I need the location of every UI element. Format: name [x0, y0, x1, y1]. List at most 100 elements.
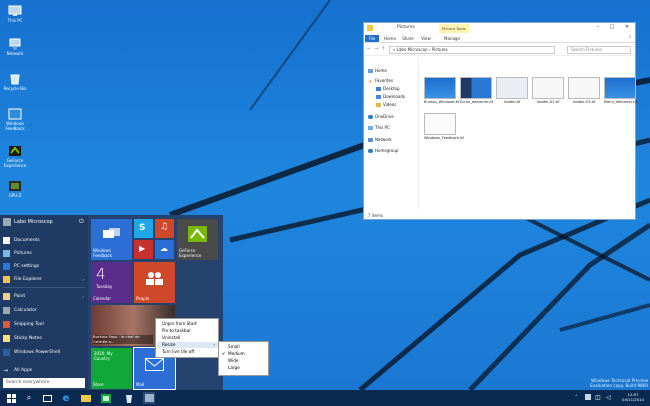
desktop-icon-geforce[interactable]: GeForce Experience: [2, 145, 28, 168]
menu-item-medium[interactable]: Medium: [228, 350, 245, 357]
tile-video[interactable]: ▶: [134, 240, 153, 259]
menu-item-large[interactable]: Large: [228, 364, 240, 371]
recycle-bin-icon: [126, 394, 132, 403]
tile-geforce[interactable]: GeForce Experience: [177, 219, 218, 260]
nav-this-pc[interactable]: This PC: [368, 125, 390, 130]
tab-share[interactable]: Share: [400, 35, 416, 42]
volume-icon[interactable]: ◁: [606, 394, 611, 401]
windows-logo-icon: [6, 393, 16, 403]
desktop-icon-this-pc[interactable]: This PC: [2, 5, 28, 23]
folder-icon: [3, 275, 10, 283]
nav-onedrive[interactable]: OneDrive: [368, 114, 394, 119]
up-button[interactable]: ↑: [381, 46, 385, 52]
forward-button[interactable]: →: [374, 46, 378, 52]
tile-music[interactable]: ♫: [155, 219, 174, 238]
start-button[interactable]: [5, 392, 17, 404]
desktop-icon-gpu-z[interactable]: GPU-Z: [2, 180, 28, 198]
desktop-icon-recycle-bin[interactable]: Recycle Bin: [2, 73, 28, 91]
image-preview: [532, 77, 564, 99]
maximize-button[interactable]: □: [606, 24, 618, 32]
back-button[interactable]: ←: [367, 46, 371, 52]
tab-view[interactable]: View: [418, 35, 434, 42]
file-thumbnail[interactable]: Windows_Feedback.tif: [424, 113, 464, 140]
user-account[interactable]: Labo Microscop: [3, 218, 53, 226]
tile-skype[interactable]: S: [134, 219, 153, 238]
tab-manage[interactable]: Manage: [441, 35, 463, 42]
search-button[interactable]: ⌕: [23, 392, 35, 404]
start-item-powershell[interactable]: Windows PowerShell: [3, 346, 87, 358]
power-icon[interactable]: ⏻: [79, 218, 87, 226]
close-button[interactable]: ✕: [620, 24, 634, 32]
desktop-icon-network[interactable]: Network: [2, 38, 28, 56]
start-item-file-explorer[interactable]: File Explorer ›: [3, 273, 87, 285]
help-icon[interactable]: ?: [629, 35, 631, 40]
nav-home[interactable]: Home: [368, 68, 387, 73]
all-apps-button[interactable]: → All Apps: [3, 364, 87, 376]
menu-item-unpin[interactable]: Unpin from Start: [162, 321, 219, 327]
tile-people[interactable]: People: [134, 262, 175, 303]
taskbar-recycle-bin[interactable]: [123, 392, 135, 404]
menu-item-uninstall[interactable]: Uninstall: [162, 335, 219, 341]
clock[interactable]: 12:07 04/11/2014: [618, 392, 648, 402]
menu-item-pin-taskbar[interactable]: Pin to taskbar: [162, 328, 219, 334]
window-title: Pictures: [397, 25, 415, 30]
nav-videos[interactable]: Videos: [376, 102, 396, 107]
file-thumbnail[interactable]: Insider-03.tif: [568, 77, 600, 104]
menu-item-resize[interactable]: Resize ›: [157, 342, 218, 348]
nav-homegroup[interactable]: Homegroup: [368, 148, 398, 153]
nav-network[interactable]: Network: [368, 137, 392, 142]
network-icon[interactable]: ◫: [595, 394, 601, 401]
chevron-up-icon[interactable]: ˄: [575, 395, 578, 401]
task-view-button[interactable]: [41, 392, 53, 404]
start-item-paint[interactable]: Paint ›: [3, 290, 87, 302]
tab-home[interactable]: Home: [382, 35, 398, 42]
tile-onedrive[interactable]: ☁: [155, 240, 174, 259]
paint-icon: [3, 292, 10, 300]
tile-windows-feedback[interactable]: Windows Feedback: [91, 219, 132, 260]
taskbar-internet-explorer[interactable]: e: [60, 392, 72, 404]
image-preview: [568, 77, 600, 99]
nav-downloads[interactable]: Downloads: [376, 94, 405, 99]
start-item-pictures[interactable]: Pictures: [3, 247, 87, 259]
network-icon: [8, 38, 22, 50]
tile-store[interactable]: 2020: My Country Store: [91, 348, 132, 389]
computer-icon: [8, 5, 22, 17]
image-preview: [424, 113, 456, 135]
taskbar-store[interactable]: [100, 392, 112, 404]
file-thumbnail[interactable]: Insider-02.tif: [532, 77, 564, 104]
envelope-icon: [145, 358, 164, 371]
taskbar-file-explorer[interactable]: [80, 392, 92, 404]
start-item-snipping-tool[interactable]: Snipping Tool: [3, 318, 87, 330]
window-titlebar[interactable]: Pictures Picture Tools – □ ✕: [364, 23, 635, 34]
start-item-calculator[interactable]: Calculator: [3, 304, 87, 316]
minimize-button[interactable]: –: [592, 24, 604, 32]
taskbar-active-app[interactable]: [143, 392, 155, 404]
skype-icon: S: [139, 223, 146, 233]
start-item-documents[interactable]: Documents: [3, 234, 87, 246]
file-thumbnail[interactable]: Bureau_Windows.tif: [424, 77, 460, 104]
start-item-pc-settings[interactable]: PC settings: [3, 260, 87, 272]
tab-file[interactable]: File: [365, 35, 379, 42]
picture-tools-tab[interactable]: Picture Tools: [439, 24, 469, 33]
recycle-bin-icon: [8, 73, 22, 85]
folder-icon: [81, 395, 91, 402]
nav-desktop[interactable]: Desktop: [376, 86, 400, 91]
feedback-icon: [103, 228, 120, 238]
start-item-sticky-notes[interactable]: Sticky Notes: [3, 332, 87, 344]
navigation-pane: Home ★ Favorites Desktop Downloads Videos…: [364, 57, 419, 209]
nav-favorites[interactable]: ★ Favorites: [368, 78, 393, 85]
tile-calendar[interactable]: 4 Tuesday Calendar: [91, 262, 132, 303]
file-thumbnail[interactable]: Menu_demarrer.tif: [604, 77, 637, 104]
folder-icon: [367, 25, 373, 31]
file-thumbnail[interactable]: insider.tif: [496, 77, 528, 104]
address-bar[interactable]: « Labo Microscop › Pictures: [389, 46, 555, 54]
search-pictures-input[interactable]: Search Pictures: [567, 46, 631, 54]
menu-item-small[interactable]: Small: [228, 343, 240, 350]
start-search-input[interactable]: Search everywhere: [3, 378, 85, 388]
file-thumbnail[interactable]: Ecran_demarrer.tif: [460, 77, 493, 104]
menu-item-wide[interactable]: Wide: [228, 357, 238, 364]
search-icon: ⌕: [26, 393, 32, 402]
desktop-icon-windows-feedback[interactable]: Windows Feedback: [2, 108, 28, 131]
battery-icon[interactable]: [585, 394, 591, 400]
menu-item-turn-live-tile-off[interactable]: Turn live tile off: [162, 349, 219, 355]
